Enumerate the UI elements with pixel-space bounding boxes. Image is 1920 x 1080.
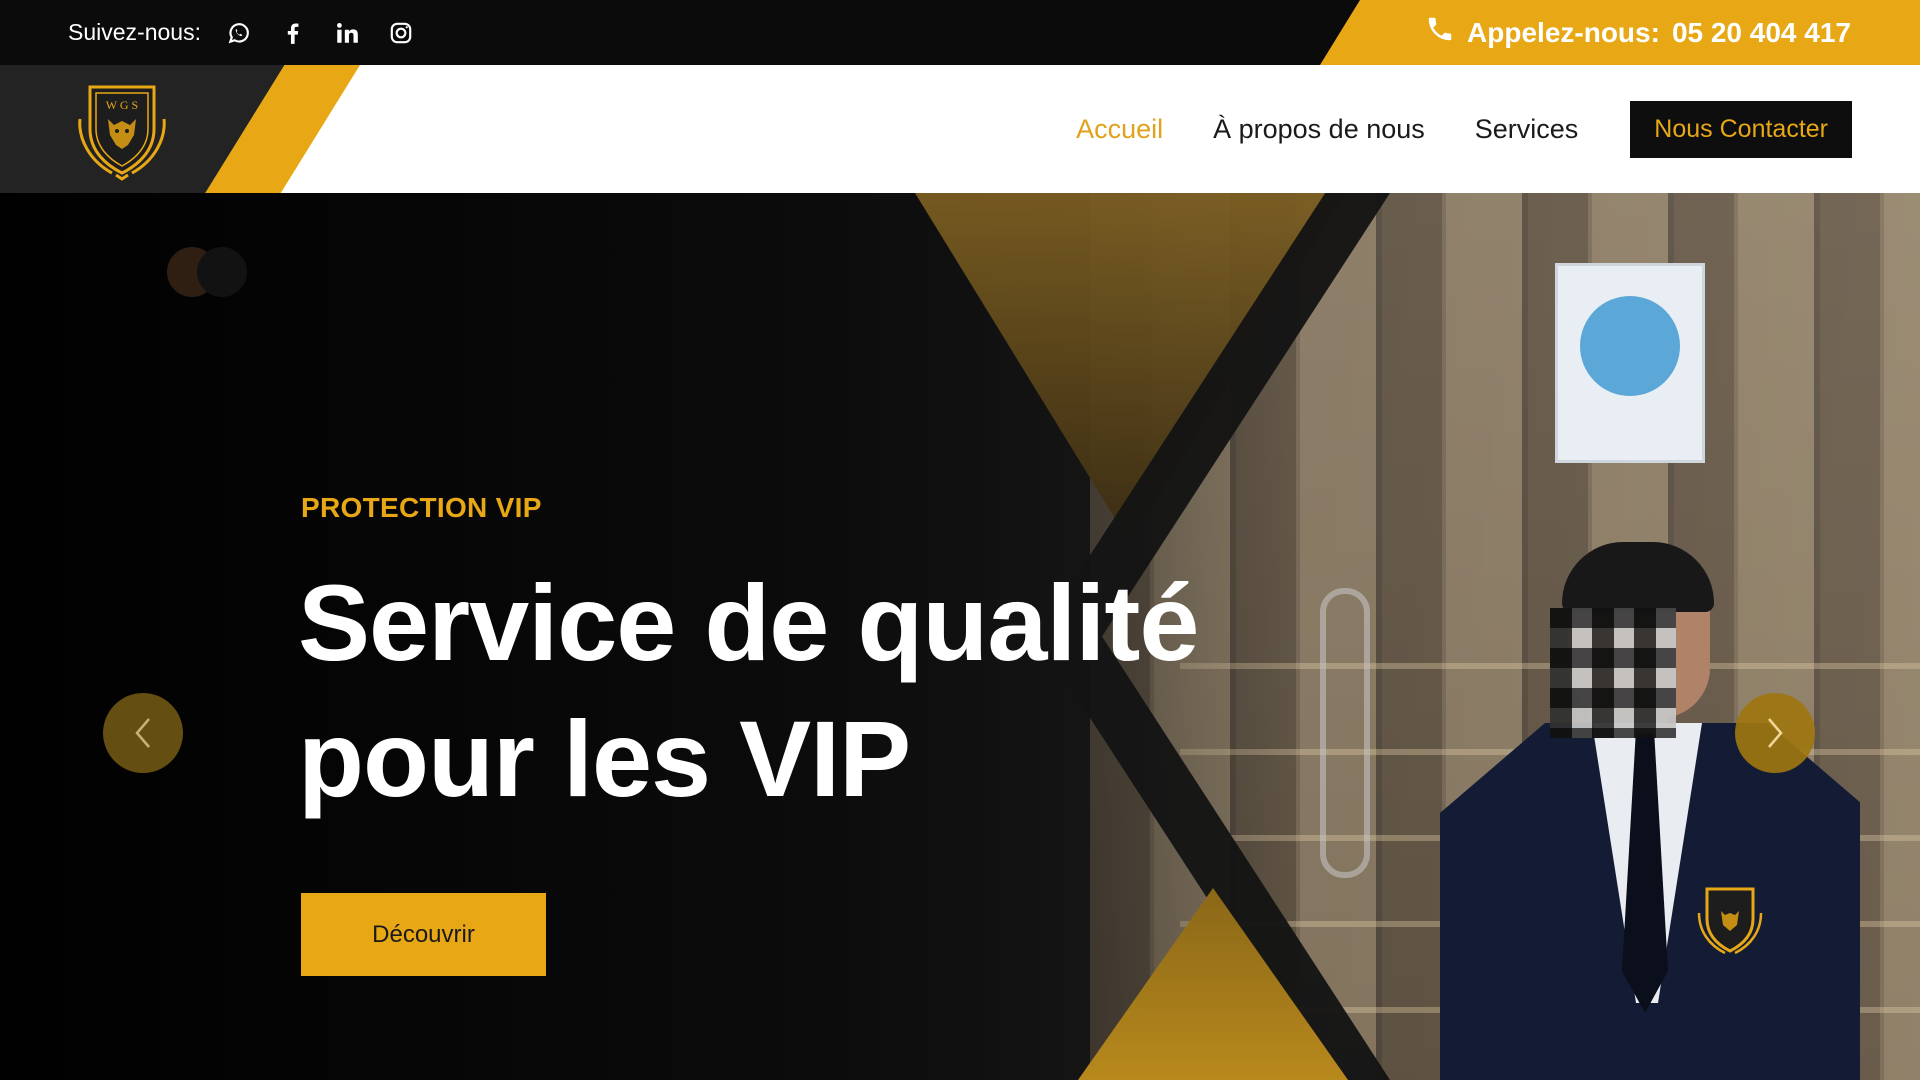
whatsapp-icon[interactable] (225, 19, 253, 47)
wgs-logo[interactable]: W G S (72, 79, 172, 181)
site-header: W G S Accueil À propos de nous Services … (0, 65, 1920, 193)
contact-button[interactable]: Nous Contacter (1630, 100, 1852, 158)
door-handle (1320, 588, 1370, 878)
nav-home[interactable]: Accueil (1076, 114, 1163, 145)
nav-about[interactable]: À propos de nous (1213, 114, 1425, 145)
top-bar: Suivez-nous: Appelez-nous: 05 20 404 417 (0, 0, 1920, 65)
hero-subtitle: PROTECTION VIP (301, 492, 542, 523)
hero-title-line2: pour les VIP (298, 698, 911, 819)
logo-lettering: W G S (106, 98, 138, 112)
call-label: Appelez-nous: (1467, 16, 1660, 48)
hero-title-line1: Service de qualité (298, 562, 1199, 683)
social-links (225, 19, 415, 47)
slide-dots (167, 247, 251, 297)
wgs-badge-icon (1695, 883, 1765, 959)
main-nav: Accueil À propos de nous Services Nous C… (1076, 65, 1852, 193)
nav-services[interactable]: Services (1475, 114, 1579, 145)
mask-poster (1555, 263, 1705, 463)
slider-prev-button[interactable] (103, 693, 183, 773)
discover-button[interactable]: Découvrir (301, 893, 546, 976)
instagram-icon[interactable] (387, 19, 415, 47)
page: Suivez-nous: Appelez-nous: 05 20 404 417… (0, 0, 1920, 1080)
slider-next-button[interactable] (1735, 693, 1815, 773)
follow-label: Suivez-nous: (68, 19, 201, 45)
phone-number[interactable]: 05 20 404 417 (1672, 17, 1851, 49)
call-us[interactable]: Appelez-nous: 05 20 404 417 (1425, 0, 1851, 65)
facebook-icon[interactable] (279, 19, 307, 47)
chevron-left-icon (135, 718, 150, 748)
linkedin-icon[interactable] (333, 19, 361, 47)
follow-us: Suivez-nous: (68, 0, 415, 65)
security-guard-photo (1440, 542, 1860, 1080)
hero-title: Service de qualité pour les VIP (298, 555, 1298, 827)
hero-slider: PROTECTION VIP Service de qualité pour l… (0, 193, 1920, 1080)
phone-icon (1425, 14, 1455, 51)
chevron-right-icon (1768, 718, 1783, 748)
